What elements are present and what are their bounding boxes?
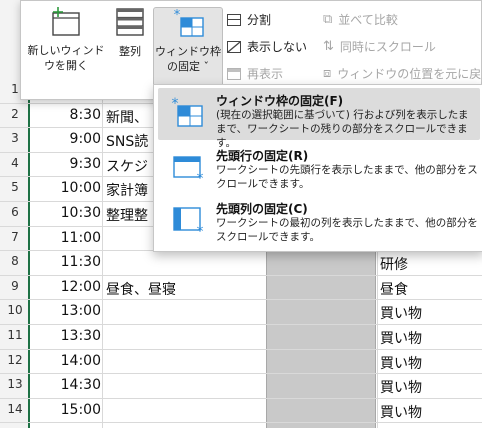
hide-label: 表示しない — [247, 40, 308, 54]
activity-cell[interactable]: 昼食、昼寝 — [106, 279, 176, 299]
reset-position-icon: ⧈ — [323, 66, 332, 81]
time-cell[interactable]: 14:30 — [31, 377, 101, 393]
activity-cell[interactable]: 買い物 — [380, 377, 422, 397]
freeze-panes-icon: * — [170, 96, 204, 128]
menu-item-description: ワークシートの最初の列を表示したままで、他の部分をスクロールできます。 — [216, 217, 478, 243]
row-gridline — [0, 348, 482, 350]
unhide-label: 再表示 — [247, 67, 284, 81]
menu-item-freeze-top-row[interactable]: * 先頭行の固定(R) ワークシートの先頭行を表示したままで、他の部分をスクロー… — [158, 143, 480, 195]
row-gridline — [0, 324, 482, 325]
row-gridline — [0, 274, 482, 276]
svg-text:*: * — [174, 8, 181, 23]
time-cell[interactable]: 15:00 — [31, 402, 101, 418]
time-cell[interactable]: 9:00 — [31, 131, 101, 147]
row-number[interactable]: 3 — [0, 131, 30, 145]
activity-cell[interactable]: 買い物 — [380, 402, 422, 422]
freeze-panes-menu: * ウィンドウ枠の固定(F) (現在の選択範囲に基づいて) 行および列を表示した… — [153, 84, 482, 252]
activity-cell[interactable]: スケジ — [106, 156, 148, 176]
row-number[interactable]: 13 — [0, 377, 30, 391]
activity-cell[interactable]: 新聞、 — [106, 107, 148, 127]
row-gridline — [0, 397, 482, 399]
new-window-button[interactable]: 新しいウィンドウを開く — [25, 7, 107, 93]
hide-window-button[interactable]: 表示しない — [227, 38, 307, 55]
freeze-panes-label: ウィンドウ枠の固定 ˇ — [155, 45, 221, 73]
synchronous-scroll-button[interactable]: ⇅ 同時にスクロール — [323, 38, 436, 55]
row-number[interactable]: 11 — [0, 328, 30, 342]
row-number[interactable]: 14 — [0, 402, 30, 416]
row-number[interactable]: 6 — [0, 205, 30, 219]
activity-cell[interactable]: 整理整 — [106, 205, 148, 225]
side-by-side-icon: ⧉ — [323, 12, 333, 27]
unhide-icon — [227, 67, 241, 80]
row-gridline — [0, 299, 482, 301]
sync-scroll-icon: ⇅ — [323, 39, 334, 54]
new-window-label: 新しいウィンドウを開く — [27, 44, 105, 72]
menu-item-title: ウィンドウ枠の固定(F) — [216, 94, 344, 108]
svg-text:*: * — [172, 96, 179, 112]
row-number[interactable]: 4 — [0, 156, 30, 170]
arrange-icon — [113, 7, 147, 37]
arrange-all-button[interactable]: 整列 — [109, 7, 151, 93]
activity-cell[interactable]: 買い物 — [380, 353, 422, 373]
freeze-panes-button[interactable]: * ウィンドウ枠の固定 ˇ — [153, 7, 223, 93]
new-window-icon — [49, 7, 83, 37]
menu-item-freeze-panes[interactable]: * ウィンドウ枠の固定(F) (現在の選択範囲に基づいて) 行および列を表示した… — [158, 88, 480, 149]
reset-position-label: ウィンドウの位置を元に戻す — [337, 67, 482, 81]
activity-cell[interactable]: 昼食 — [380, 279, 408, 299]
row-number[interactable]: 9 — [0, 279, 30, 293]
time-cell[interactable]: 8:30 — [31, 107, 101, 123]
activity-cell[interactable]: 買い物 — [380, 328, 422, 348]
row-number[interactable]: 8 — [0, 254, 30, 268]
sync-scroll-label: 同時にスクロール — [339, 40, 436, 54]
split-label: 分割 — [247, 13, 272, 27]
side-by-side-label: 並べて比較 — [338, 13, 398, 27]
row-gridline — [0, 422, 482, 424]
menu-item-freeze-first-column[interactable]: * 先頭列の固定(C) ワークシートの最初の列を表示したままで、他の部分をスクロ… — [158, 196, 480, 248]
time-cell[interactable]: 12:00 — [31, 279, 101, 295]
freeze-top-row-icon: * — [170, 151, 204, 187]
time-cell[interactable]: 14:00 — [31, 353, 101, 369]
unhide-button[interactable]: 再表示 — [227, 65, 283, 82]
svg-text:*: * — [197, 224, 204, 236]
time-cell[interactable]: 11:30 — [31, 254, 101, 270]
activity-cell[interactable]: 買い物 — [380, 303, 422, 323]
menu-item-title: 先頭列の固定(C) — [216, 202, 308, 216]
menu-item-description: ワークシートの先頭行を表示したままで、他の部分をスクロールできます。 — [216, 164, 478, 190]
row-gridline — [0, 373, 482, 375]
freeze-first-column-icon: * — [170, 204, 204, 240]
row-number[interactable]: 10 — [0, 303, 30, 317]
row-number[interactable]: 2 — [0, 107, 30, 121]
view-side-by-side-button[interactable]: ⧉ 並べて比較 — [323, 11, 398, 28]
svg-text:*: * — [197, 171, 204, 183]
row-number[interactable]: 5 — [0, 180, 30, 194]
row-number[interactable]: 7 — [0, 230, 30, 244]
time-cell[interactable]: 13:30 — [31, 328, 101, 344]
arrange-label: 整列 — [119, 45, 141, 58]
split-icon — [227, 13, 241, 26]
freeze-panes-icon: * — [171, 8, 205, 38]
time-cell[interactable]: 9:30 — [31, 156, 101, 172]
reset-window-position-button[interactable]: ⧈ ウィンドウの位置を元に戻す — [323, 65, 482, 82]
split-button[interactable]: 分割 — [227, 11, 271, 28]
row-number[interactable]: 12 — [0, 353, 30, 367]
activity-cell[interactable]: 家計簿 — [106, 180, 148, 200]
hide-icon — [227, 40, 241, 53]
activity-cell[interactable]: 研修 — [380, 254, 408, 274]
time-cell[interactable]: 10:00 — [31, 180, 101, 196]
time-cell[interactable]: 10:30 — [31, 205, 101, 221]
activity-cell[interactable]: SNS読 — [106, 131, 148, 151]
menu-item-title: 先頭行の固定(R) — [216, 149, 309, 163]
time-cell[interactable]: 13:00 — [31, 303, 101, 319]
time-cell[interactable]: 11:00 — [31, 230, 101, 246]
